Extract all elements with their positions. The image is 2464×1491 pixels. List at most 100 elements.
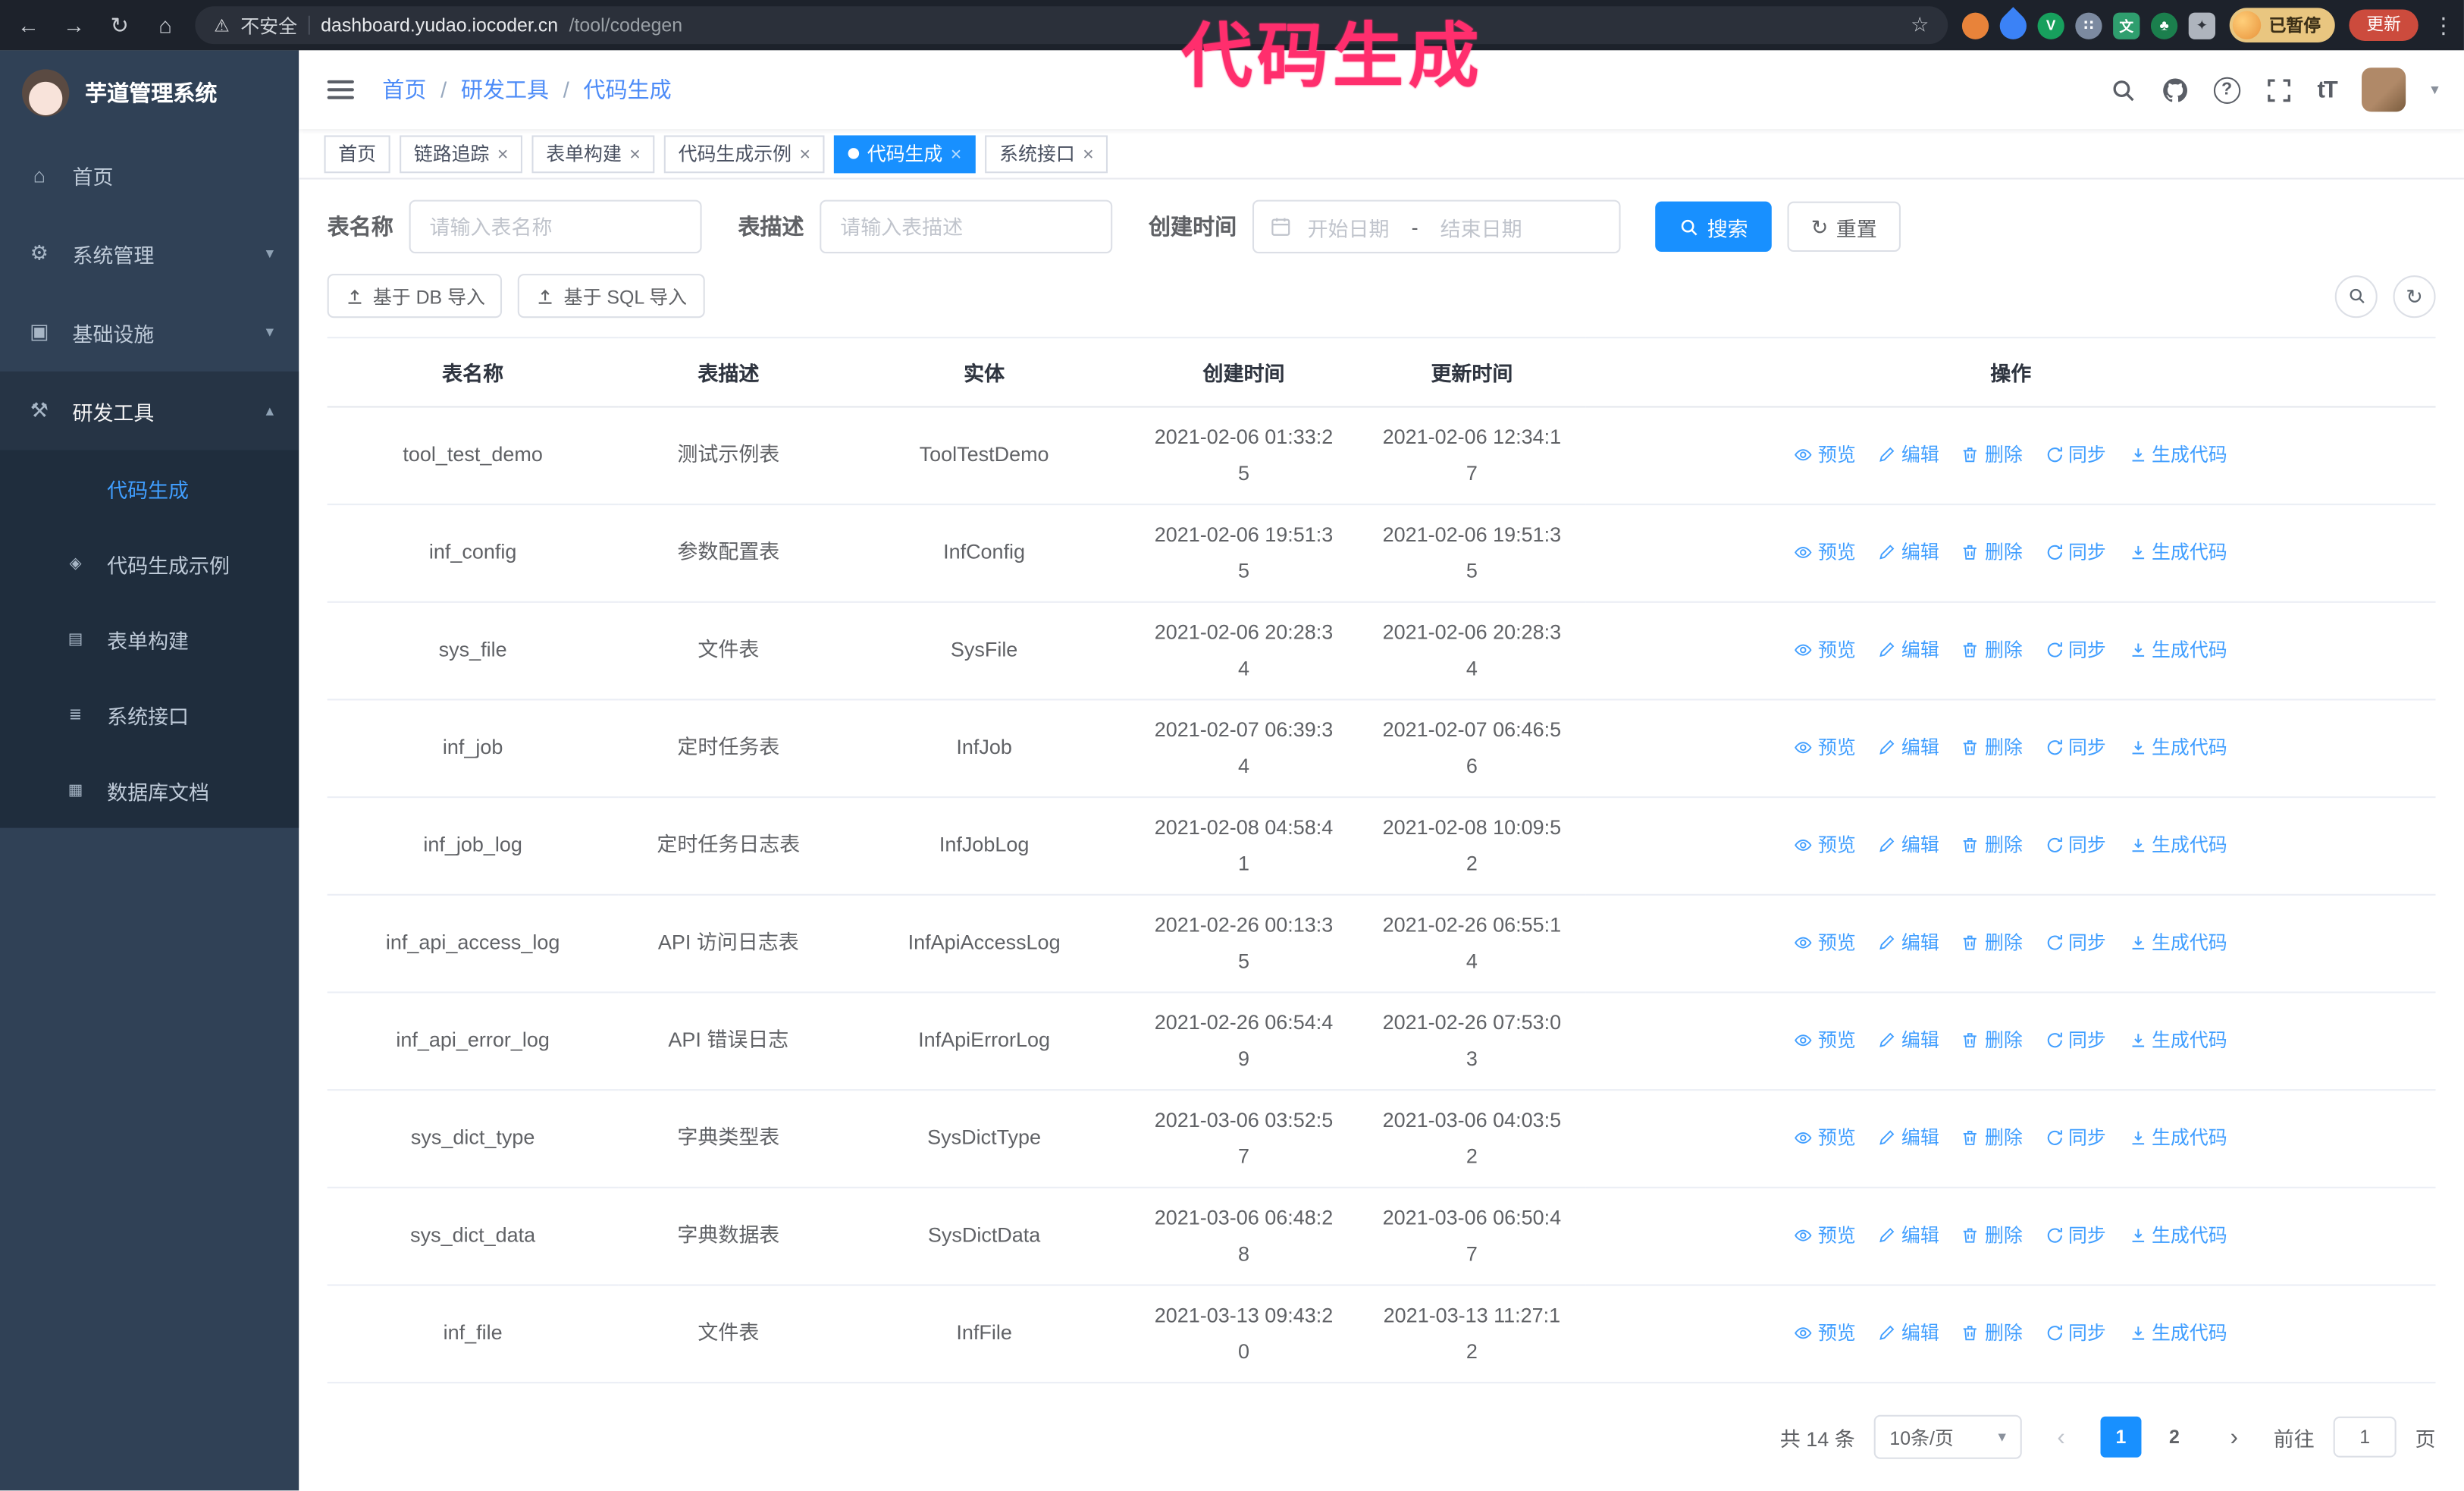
sidebar-item-infrastructure[interactable]: ▣ 基础设施 ▾ [0,293,299,372]
edit-link[interactable]: 编辑 [1878,1122,1939,1154]
github-icon[interactable] [2161,77,2188,103]
delete-link[interactable]: 删除 [1961,1122,2023,1154]
preview-link[interactable]: 预览 [1795,635,1856,667]
tab-close-icon[interactable]: × [1083,144,1094,163]
edit-link[interactable]: 编辑 [1878,1220,1939,1252]
tab-item[interactable]: 首页 [324,134,390,173]
sidebar-subitem-system-api[interactable]: ≣ 系统接口 [0,676,299,752]
tab-item[interactable]: 表单构建 × [531,134,655,173]
delete-link[interactable]: 删除 [1961,928,2023,959]
sidebar-item-home[interactable]: ⌂ 首页 [0,135,299,214]
sync-link[interactable]: 同步 [2045,1025,2106,1057]
tab-close-icon[interactable]: × [497,144,509,163]
generate-code-link[interactable]: 生成代码 [2128,830,2227,862]
user-avatar[interactable] [2361,67,2406,112]
generate-code-link[interactable]: 生成代码 [2128,537,2227,569]
edit-link[interactable]: 编辑 [1878,1318,1939,1350]
sidebar-subitem-codegen-example[interactable]: ◈ 代码生成示例 [0,526,299,601]
date-range-picker[interactable]: 开始日期 - 结束日期 [1252,199,1621,254]
tab-close-icon[interactable]: × [629,144,641,163]
font-size-icon[interactable]: tT [2317,77,2337,103]
sync-link[interactable]: 同步 [2045,733,2106,764]
sync-link[interactable]: 同步 [2045,1220,2106,1252]
table-desc-input[interactable] [820,199,1113,254]
sidebar-subitem-db-doc[interactable]: ▦ 数据库文档 [0,752,299,828]
generate-code-link[interactable]: 生成代码 [2128,1220,2227,1252]
edit-link[interactable]: 编辑 [1878,1025,1939,1057]
edit-link[interactable]: 编辑 [1878,537,1939,569]
generate-code-link[interactable]: 生成代码 [2128,635,2227,667]
forward-icon[interactable]: → [58,13,90,38]
generate-code-link[interactable]: 生成代码 [2128,1122,2227,1154]
extension-icon[interactable]: V [2037,11,2064,39]
edit-link[interactable]: 编辑 [1878,928,1939,959]
fullscreen-icon[interactable] [2265,77,2292,103]
import-db-button[interactable]: 基于 DB 导入 [327,274,503,319]
preview-link[interactable]: 预览 [1795,1025,1856,1057]
edit-link[interactable]: 编辑 [1878,830,1939,862]
tab-close-icon[interactable]: × [951,144,962,163]
generate-code-link[interactable]: 生成代码 [2128,1025,2227,1057]
app-logo[interactable]: 芋道管理系统 [0,50,299,135]
delete-link[interactable]: 删除 [1961,830,2023,862]
preview-link[interactable]: 预览 [1795,1318,1856,1350]
preview-link[interactable]: 预览 [1795,1122,1856,1154]
address-bar[interactable]: ⚠ 不安全 dashboard.yudao.iocoder.cn/tool/co… [195,6,1948,45]
extension-icon[interactable]: ✦ [2188,11,2216,39]
sync-link[interactable]: 同步 [2045,635,2106,667]
sync-link[interactable]: 同步 [2045,830,2106,862]
sync-link[interactable]: 同步 [2045,1318,2106,1350]
reset-button[interactable]: ↻ 重置 [1787,201,1901,253]
sync-link[interactable]: 同步 [2045,1122,2106,1154]
extension-icon[interactable] [1961,11,1989,39]
toggle-search-button[interactable] [2334,275,2378,318]
preview-link[interactable]: 预览 [1795,1220,1856,1252]
sync-link[interactable]: 同步 [2045,537,2106,569]
generate-code-link[interactable]: 生成代码 [2128,928,2227,959]
goto-page-input[interactable] [2333,1416,2397,1458]
user-menu-caret-icon[interactable]: ▾ [2431,81,2438,99]
tab-close-icon[interactable]: × [799,144,810,163]
delete-link[interactable]: 删除 [1961,1220,2023,1252]
sidebar-subitem-form-builder[interactable]: ▤ 表单构建 [0,601,299,677]
back-icon[interactable]: ← [13,13,45,38]
sync-link[interactable]: 同步 [2045,440,2106,472]
generate-code-link[interactable]: 生成代码 [2128,733,2227,764]
browser-home-icon[interactable]: ⌂ [149,13,181,38]
delete-link[interactable]: 删除 [1961,440,2023,472]
extension-icon[interactable]: ∷ [2075,11,2102,39]
hamburger-icon[interactable] [324,69,358,110]
extension-icon[interactable]: ♣ [2150,11,2178,39]
sidebar-item-system-manage[interactable]: ⚙ 系统管理 ▾ [0,214,299,293]
tab-item[interactable]: 代码生成示例 × [663,134,825,173]
sync-link[interactable]: 同步 [2045,928,2106,959]
preview-link[interactable]: 预览 [1795,440,1856,472]
bookmark-star-icon[interactable]: ☆ [1911,13,1929,38]
prev-page-button[interactable]: ‹ [2041,1417,2082,1458]
preview-link[interactable]: 预览 [1795,537,1856,569]
next-page-button[interactable]: › [2214,1417,2255,1458]
preview-link[interactable]: 预览 [1795,830,1856,862]
sidebar-subitem-codegen[interactable]: 代码生成 [0,450,299,526]
help-icon[interactable]: ? [2213,76,2240,103]
generate-code-link[interactable]: 生成代码 [2128,1318,2227,1350]
extension-icon[interactable] [1994,6,2033,45]
breadcrumb-item[interactable]: 代码生成 [583,74,671,106]
delete-link[interactable]: 删除 [1961,1025,2023,1057]
extension-icon[interactable]: 文 [2113,11,2140,39]
delete-link[interactable]: 删除 [1961,1318,2023,1350]
search-icon[interactable] [2110,77,2136,103]
page-size-select[interactable]: 10条/页 ▾ [1873,1414,2022,1459]
sidebar-item-dev-tools[interactable]: ⚒ 研发工具 ▴ [0,371,299,450]
generate-code-link[interactable]: 生成代码 [2128,440,2227,472]
preview-link[interactable]: 预览 [1795,733,1856,764]
browser-update-button[interactable]: 更新 [2349,9,2419,41]
breadcrumb-item[interactable]: 研发工具 [461,74,549,106]
delete-link[interactable]: 删除 [1961,635,2023,667]
browser-menu-icon[interactable]: ⋮ [2432,12,2454,39]
page-number-button[interactable]: 2 [2154,1417,2195,1458]
table-name-input[interactable] [409,199,702,254]
breadcrumb-item[interactable]: 首页 [382,74,426,106]
tab-item[interactable]: 系统接口 × [985,134,1108,173]
edit-link[interactable]: 编辑 [1878,635,1939,667]
